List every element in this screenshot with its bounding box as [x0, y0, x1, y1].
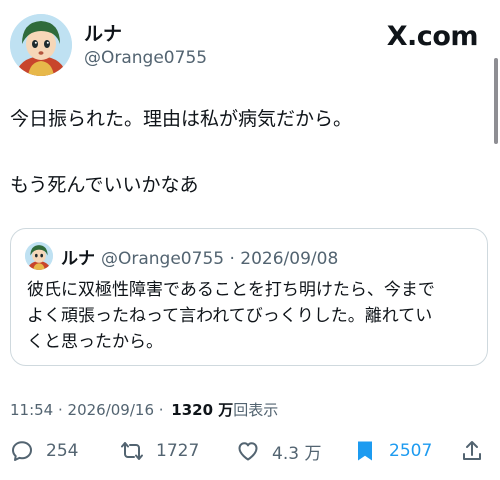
author-handle[interactable]: @Orange0755 [84, 48, 207, 68]
quote-header: ルナ @Orange0755 · 2026/09/08 [61, 244, 338, 269]
share-button[interactable] [460, 436, 484, 466]
tweet-metadata: 11:54 · 2026/09/16 · 1320 万回表示 [10, 399, 278, 420]
bookmark-button[interactable]: 2507 [353, 436, 432, 466]
repost-icon [121, 442, 143, 460]
like-button[interactable]: 4.3 万 [236, 436, 321, 466]
avatar-image [10, 14, 72, 76]
share-icon [463, 441, 481, 460]
quote-author-name[interactable]: ルナ [61, 249, 95, 269]
quote-line: よく頑張ったねって言われてびっくりした。離れてい [27, 306, 433, 326]
tweet-line: もう死んでいいかなあ [10, 174, 199, 196]
view-count: 1320 万 [171, 401, 234, 419]
repost-count: 1727 [156, 441, 200, 461]
brand-logo: X.com [386, 21, 479, 52]
quote-handle-date[interactable]: @Orange0755 · 2026/09/08 [101, 249, 338, 269]
scrollbar[interactable] [494, 58, 498, 144]
avatar-image [25, 242, 53, 270]
tweet-header: ルナ @Orange0755 X.com [10, 12, 480, 78]
like-icon [238, 442, 258, 461]
quote-author-avatar[interactable] [25, 242, 53, 270]
tweet-line: 今日振られた。理由は私が病気だから。 [10, 108, 353, 130]
quote-text: 彼氏に双極性障害であることを打ち明けたら、今まで よく頑張ったねって言われてびっ… [27, 277, 477, 355]
quote-line: 彼氏に双極性障害であることを打ち明けたら、今まで [27, 280, 435, 300]
reply-icon [12, 441, 32, 461]
author-avatar[interactable] [10, 14, 72, 76]
reply-count: 254 [46, 441, 79, 461]
bookmark-count: 2507 [389, 441, 433, 461]
quoted-tweet[interactable]: ルナ @Orange0755 · 2026/09/08 彼氏に双極性障害であること… [10, 228, 488, 366]
author-name[interactable]: ルナ [84, 19, 122, 46]
timestamp[interactable]: 11:54 · 2026/09/16 · [10, 401, 168, 419]
repost-button[interactable]: 1727 [120, 436, 199, 466]
action-bar: 254 1727 4.3 万 2507 [10, 436, 488, 466]
view-label: 回表示 [233, 401, 279, 419]
bookmark-icon [358, 441, 372, 461]
like-count: 4.3 万 [272, 443, 322, 464]
reply-button[interactable]: 254 [10, 436, 78, 466]
tweet-text: 今日振られた。理由は私が病気だから。 もう死んでいいかなあ [10, 103, 480, 202]
quote-line: くと思ったから。 [27, 332, 163, 352]
